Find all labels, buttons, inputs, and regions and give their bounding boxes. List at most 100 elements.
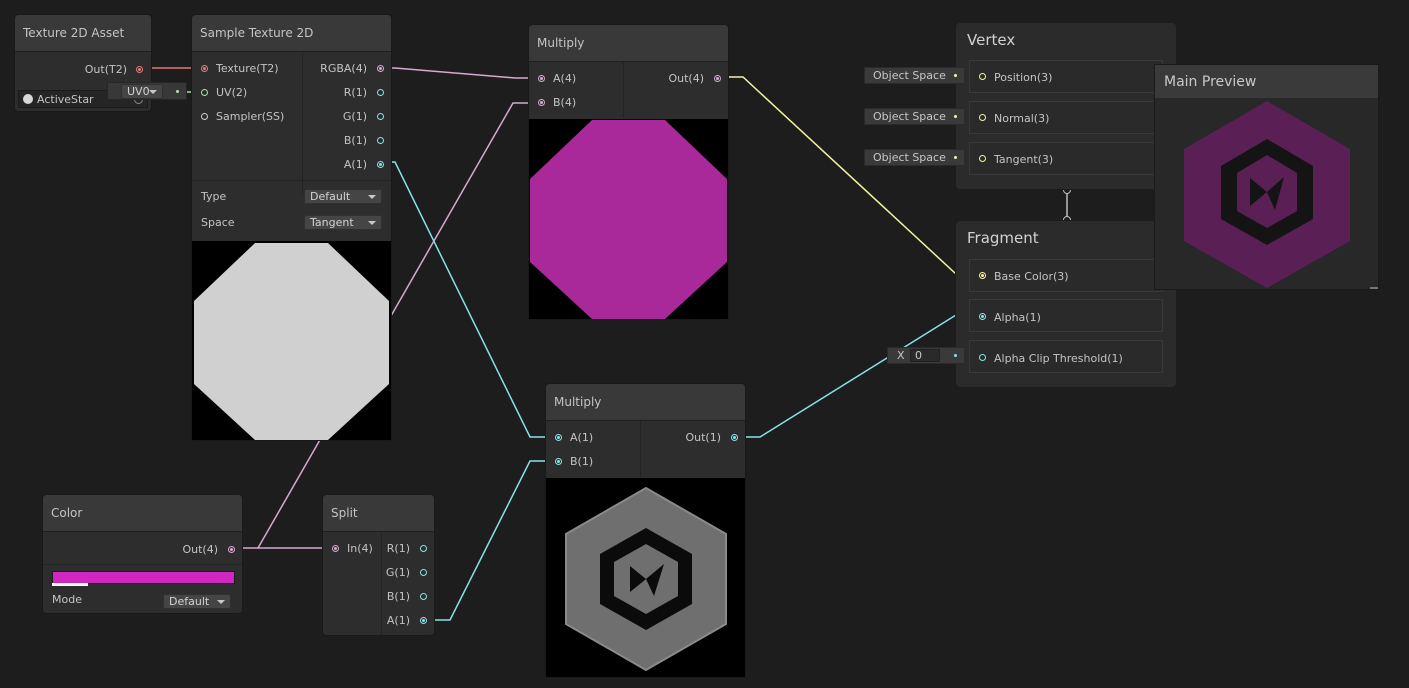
texture-input-label: Texture(T2) xyxy=(216,62,279,75)
r-output-port[interactable] xyxy=(420,545,427,552)
chevron-down-icon xyxy=(149,90,157,94)
fragment-context[interactable]: Fragment Base Color(3) Alpha(1) Alpha Cl… xyxy=(955,220,1177,388)
preview-render[interactable] xyxy=(1155,98,1378,288)
multiply-node-vector4[interactable]: Multiply A(4) B(4) Out(4) xyxy=(528,24,729,320)
g-output-port[interactable] xyxy=(420,569,427,576)
alpha-clip-threshold-block[interactable]: Alpha Clip Threshold(1) xyxy=(969,340,1163,373)
in-input-port[interactable] xyxy=(332,545,339,552)
multiply-node-float[interactable]: Multiply A(1) B(1) Out(1) xyxy=(545,383,746,678)
g-output-label: G(1) xyxy=(342,110,367,123)
sampler-input-label: Sampler(SS) xyxy=(216,110,285,123)
normal-port[interactable] xyxy=(979,114,986,121)
alpha-port[interactable] xyxy=(979,313,986,320)
b-output-port[interactable] xyxy=(377,137,384,144)
multiply-preview xyxy=(529,119,728,319)
uv-input-chip[interactable]: UV0 xyxy=(107,82,187,100)
chip-dot xyxy=(954,115,957,118)
color-node[interactable]: Color Out(4) Mode Default xyxy=(42,494,243,614)
b-input-label: B(4) xyxy=(553,96,577,109)
out-t2-port[interactable] xyxy=(136,66,143,73)
space-value: Tangent xyxy=(310,216,354,229)
wire-split-a-to-multiply-b[interactable] xyxy=(423,460,558,621)
node-title[interactable]: Split xyxy=(323,495,434,532)
out-t2-label: Out(T2) xyxy=(84,63,127,76)
settings-divider xyxy=(192,180,391,181)
chip-dot xyxy=(954,354,957,357)
value-field[interactable]: 0 xyxy=(910,349,940,362)
wire-rgba-to-multiply-a[interactable] xyxy=(380,67,541,79)
node-title[interactable]: Multiply xyxy=(529,25,728,62)
g-output-port[interactable] xyxy=(377,113,384,120)
node-title[interactable]: Multiply xyxy=(546,384,745,421)
normal-space-label: Object Space xyxy=(873,110,946,123)
mode-dropdown[interactable]: Default xyxy=(163,594,231,609)
r-output-label: R(1) xyxy=(386,542,410,555)
tangent-block[interactable]: Tangent(3) xyxy=(969,142,1163,175)
tangent-label: Tangent(3) xyxy=(994,153,1054,166)
g-output-label: G(1) xyxy=(385,566,410,579)
main-preview-title: Main Preview xyxy=(1164,74,1257,90)
position-space-chip[interactable]: Object Space xyxy=(864,67,965,84)
out-output-label: Out(4) xyxy=(182,543,218,556)
sample-texture-2d-node[interactable]: Sample Texture 2D Texture(T2) UV(2) Samp… xyxy=(191,14,392,441)
b-input-port[interactable] xyxy=(538,99,545,106)
main-preview-header[interactable]: Main Preview xyxy=(1155,65,1378,98)
alpha-label: Alpha(1) xyxy=(994,311,1041,324)
star-hexagon-preview-icon xyxy=(565,486,727,672)
rgba-output-port[interactable] xyxy=(377,65,384,72)
node-title[interactable]: Sample Texture 2D xyxy=(192,15,391,52)
space-dropdown[interactable]: Tangent xyxy=(304,215,382,230)
position-port[interactable] xyxy=(979,73,986,80)
normal-block[interactable]: Normal(3) xyxy=(969,101,1163,134)
alpha-block[interactable]: Alpha(1) xyxy=(969,299,1163,332)
type-dropdown[interactable]: Default xyxy=(304,189,382,204)
texture-asset-icon xyxy=(23,94,33,104)
b-output-port[interactable] xyxy=(420,593,427,600)
base-color-label: Base Color(3) xyxy=(994,270,1069,283)
b-input-port[interactable] xyxy=(555,458,562,465)
wire-multiply-out-to-alpha[interactable] xyxy=(734,314,982,438)
base-color-block[interactable]: Base Color(3) xyxy=(969,259,1163,292)
chip-dot xyxy=(954,156,957,159)
vertex-title: Vertex xyxy=(967,31,1016,49)
base-color-port[interactable] xyxy=(979,272,986,279)
uv-input-port[interactable] xyxy=(201,89,208,96)
alpha-bar xyxy=(52,583,88,586)
chevron-down-icon xyxy=(217,600,225,604)
out-output-port[interactable] xyxy=(228,546,235,553)
split-node[interactable]: Split In(4) R(1) G(1) B(1) A(1) xyxy=(322,494,435,636)
a-output-label: A(1) xyxy=(343,158,367,171)
r-output-port[interactable] xyxy=(377,89,384,96)
node-title[interactable]: Texture 2D Asset xyxy=(15,15,151,52)
uv-channel-dropdown[interactable]: UV0 xyxy=(121,84,163,99)
type-value: Default xyxy=(310,190,351,203)
magenta-hexagon-preview-icon xyxy=(530,120,727,319)
chip-dot xyxy=(954,74,957,77)
rgba-output-label: RGBA(4) xyxy=(320,62,367,75)
position-block[interactable]: Position(3) xyxy=(969,60,1163,93)
vertex-context[interactable]: Vertex Position(3) Normal(3) Tangent(3) xyxy=(955,22,1177,190)
tangent-space-label: Object Space xyxy=(873,151,946,164)
a-output-port[interactable] xyxy=(420,617,427,624)
alpha-clip-threshold-label: Alpha Clip Threshold(1) xyxy=(994,352,1123,365)
tangent-space-chip[interactable]: Object Space xyxy=(864,149,965,166)
a-input-port[interactable] xyxy=(538,75,545,82)
multiply-preview xyxy=(546,478,745,677)
ports-divider xyxy=(623,62,624,118)
resize-handle[interactable] xyxy=(1370,287,1378,289)
wire-multiply-out-to-basecolor[interactable] xyxy=(717,76,982,275)
alpha-clip-value-chip[interactable]: X 0 xyxy=(887,347,965,364)
node-title[interactable]: Color xyxy=(43,495,242,532)
out-output-port[interactable] xyxy=(714,75,721,82)
out-output-port[interactable] xyxy=(731,434,738,441)
ports-divider xyxy=(640,421,641,477)
main-preview-panel[interactable]: Main Preview xyxy=(1154,64,1379,290)
a-input-port[interactable] xyxy=(555,434,562,441)
texture-input-port[interactable] xyxy=(201,65,208,72)
normal-space-chip[interactable]: Object Space xyxy=(864,108,965,125)
in-input-label: In(4) xyxy=(347,542,373,555)
sampler-input-port[interactable] xyxy=(201,113,208,120)
tangent-port[interactable] xyxy=(979,155,986,162)
alpha-clip-threshold-port[interactable] xyxy=(979,354,986,361)
a-output-port[interactable] xyxy=(377,161,384,168)
